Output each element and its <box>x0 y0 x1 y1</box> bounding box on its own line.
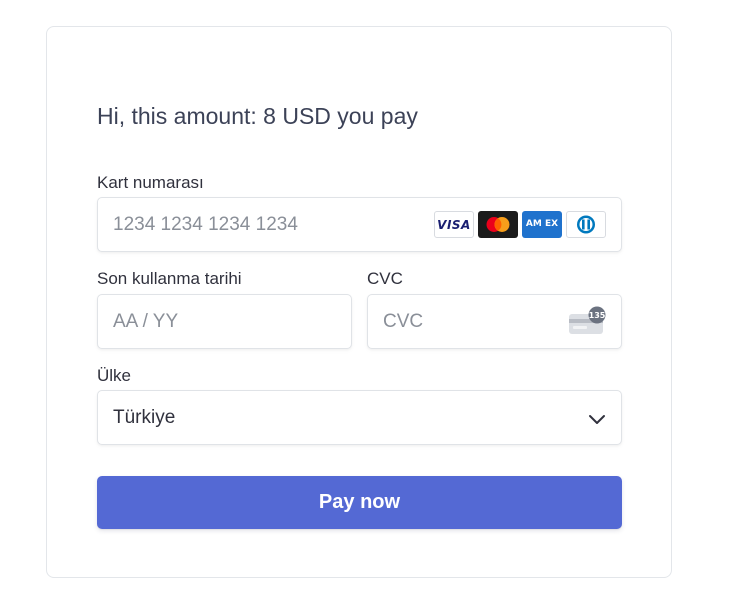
diners-icon <box>566 211 606 238</box>
country-selected-value: Türkiye <box>113 406 176 428</box>
card-brands: VISA AM EX <box>434 211 606 238</box>
cvc-input[interactable] <box>383 295 553 348</box>
expiry-input[interactable] <box>113 295 338 348</box>
cvc-field[interactable]: 135 <box>367 294 622 349</box>
payment-card: Hi, this amount: 8 USD you pay Kart numa… <box>46 26 672 578</box>
country-select[interactable]: Türkiye <box>97 390 622 445</box>
expiry-field[interactable] <box>97 294 352 349</box>
expiry-label: Son kullanma tarihi <box>97 269 242 288</box>
cvc-icon-digits: 135 <box>589 311 606 320</box>
visa-logo-text: VISA <box>437 217 471 232</box>
card-number-label: Kart numarası <box>97 173 204 192</box>
pay-now-button[interactable]: Pay now <box>97 476 622 529</box>
chevron-down-icon <box>589 415 605 424</box>
amex-icon: AM EX <box>522 211 562 238</box>
visa-icon: VISA <box>434 211 474 238</box>
cvc-label: CVC <box>367 269 403 288</box>
mastercard-icon <box>478 211 518 238</box>
cvc-card-icon: 135 <box>569 306 606 334</box>
card-number-input[interactable] <box>113 198 413 251</box>
amex-logo-text: AM EX <box>525 219 559 229</box>
card-number-field[interactable]: VISA AM EX <box>97 197 622 252</box>
payment-title: Hi, this amount: 8 USD you pay <box>97 103 418 129</box>
country-label: Ülke <box>97 366 132 385</box>
